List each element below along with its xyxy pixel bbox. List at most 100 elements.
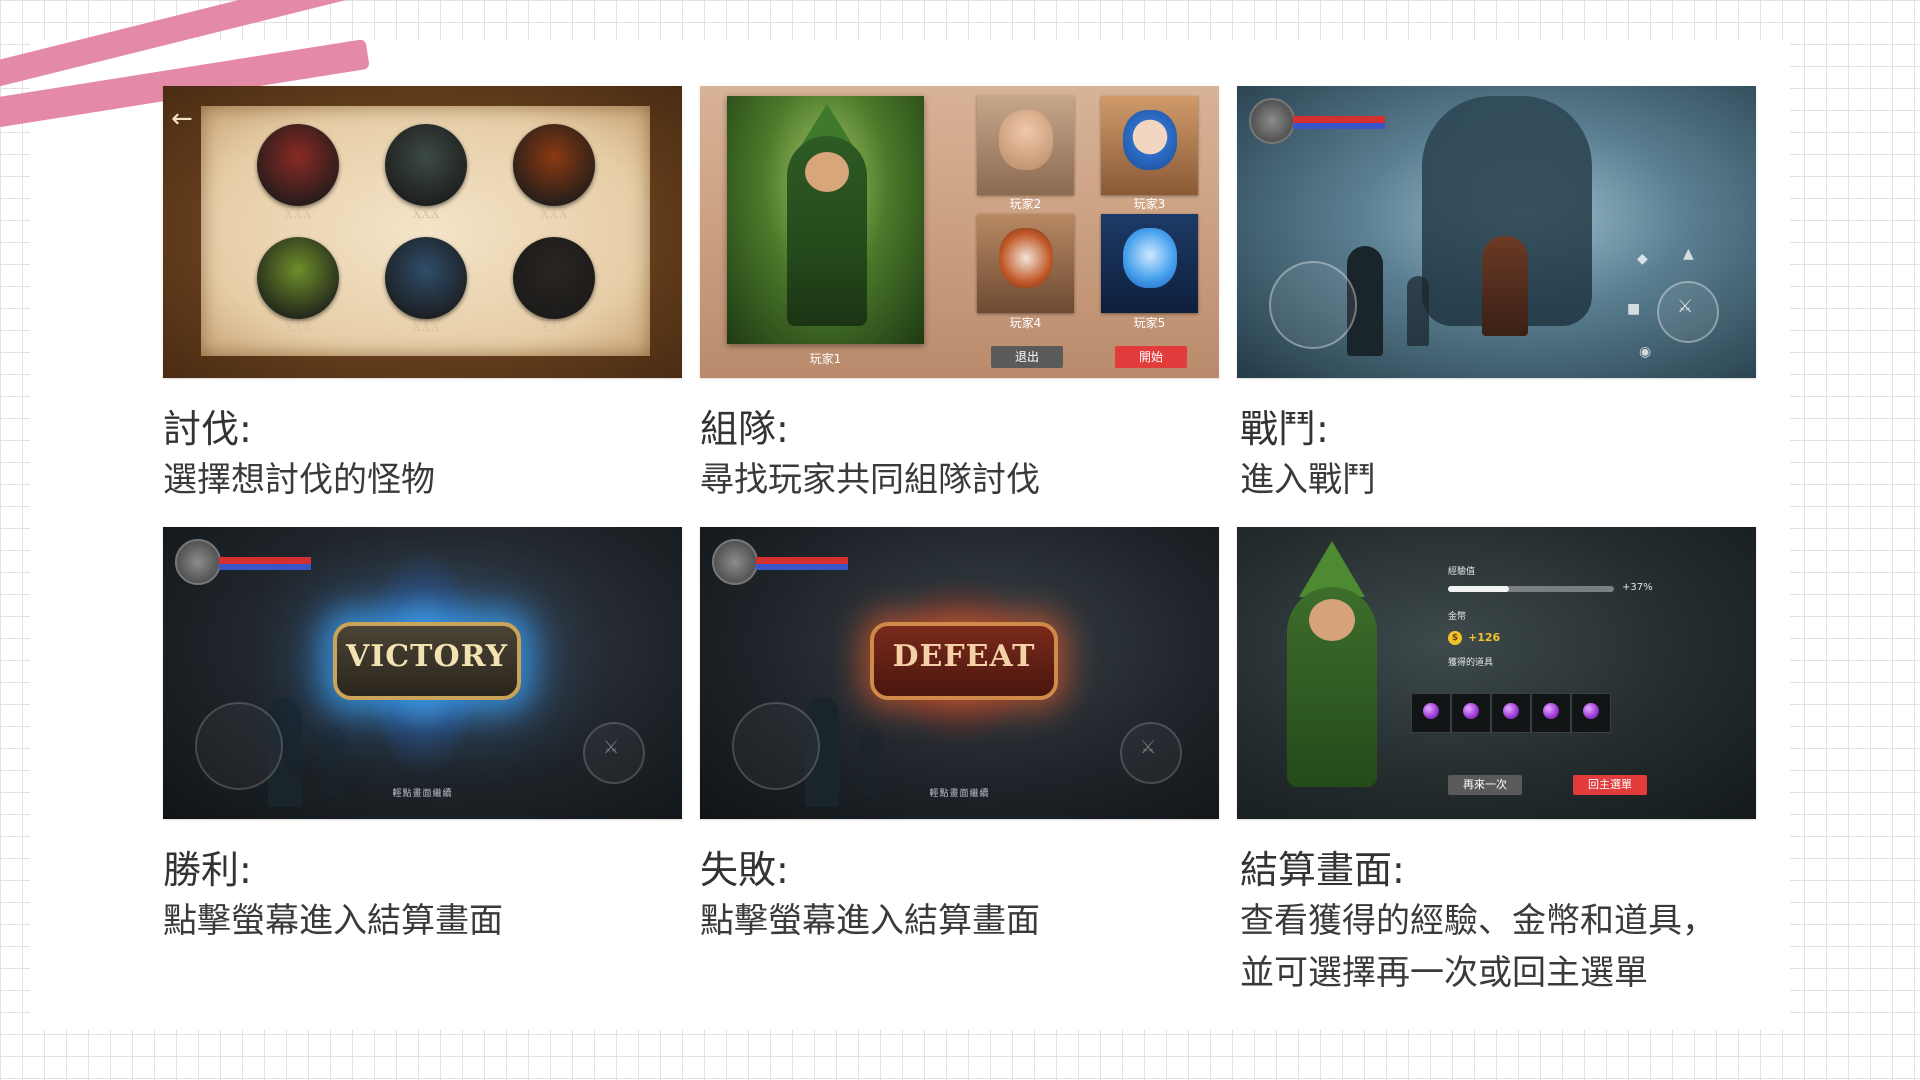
caption-defeat: 失敗: 點擊螢幕進入結算畫面 <box>700 845 1220 947</box>
back-arrow-icon[interactable]: ← <box>171 104 193 134</box>
hunt-screenshot: ← XXX XXX XXX XXX XXX XXX <box>163 86 682 378</box>
player-name: 玩家2 <box>1009 197 1042 211</box>
gold-label: 金幣 <box>1448 612 1467 622</box>
monster-name: XXX <box>540 320 568 335</box>
reward-item-slot[interactable] <box>1531 693 1571 733</box>
monster-portrait[interactable] <box>257 124 339 206</box>
player-avatar <box>1123 110 1177 170</box>
player-name: 玩家4 <box>1009 316 1042 330</box>
reward-item-slot[interactable] <box>1411 693 1451 733</box>
gold-value: +126 <box>1468 631 1501 644</box>
elf-face-shape <box>1309 599 1355 641</box>
player-avatar <box>712 539 758 585</box>
player-name: 玩家1 <box>809 352 842 366</box>
hero-silhouette <box>1482 236 1528 336</box>
caption-title: 結算畫面: <box>1240 848 1405 892</box>
caption-desc: 並可選擇再一次或回主選單 <box>1240 953 1648 993</box>
mana-bar <box>219 564 311 570</box>
monster-selection-panel: XXX XXX XXX XXX XXX XXX <box>201 106 650 356</box>
reward-item-slot[interactable] <box>1491 693 1531 733</box>
caption-desc: 尋找玩家共同組隊討伐 <box>700 460 1040 500</box>
warrior-silhouette <box>1407 276 1429 346</box>
caption-title: 討伐: <box>163 407 252 451</box>
player-avatar <box>175 539 221 585</box>
caption-desc: 點擊螢幕進入結算畫面 <box>700 901 1040 941</box>
player1-portrait <box>727 96 924 344</box>
caption-title: 組隊: <box>700 407 789 451</box>
joystick <box>195 702 283 790</box>
caption-title: 勝利: <box>163 848 252 892</box>
sword-icon: ⚔ <box>1677 296 1694 317</box>
caption-desc: 選擇想討伐的怪物 <box>163 460 435 500</box>
gem-icon <box>1463 703 1479 719</box>
monster-portrait[interactable] <box>513 237 595 319</box>
skill-icon[interactable]: ◆ <box>1637 251 1648 267</box>
tap-to-continue-hint: 輕點畫面繼續 <box>929 789 990 799</box>
player-slot[interactable] <box>1101 214 1198 313</box>
fire-icon[interactable]: ▲ <box>1683 246 1694 262</box>
mana-bar <box>756 564 848 570</box>
main-menu-button[interactable]: 回主選單 <box>1573 775 1647 795</box>
defeat-screenshot[interactable]: DEFEAT ⚔ 輕點畫面繼續 <box>700 527 1219 819</box>
player-name: 玩家3 <box>1133 197 1166 211</box>
gem-icon <box>1423 703 1439 719</box>
monster-portrait[interactable] <box>257 237 339 319</box>
gem-icon <box>1503 703 1519 719</box>
victory-banner: VICTORY <box>333 622 521 700</box>
player-avatar <box>1249 98 1295 144</box>
battle-screenshot: ⚔ ◆ ▲ ■ ◉ <box>1237 86 1756 378</box>
start-button[interactable]: 開始 <box>1115 346 1187 368</box>
reward-item-slot[interactable] <box>1571 693 1611 733</box>
monster-portrait[interactable] <box>385 237 467 319</box>
monster-name: XXX <box>540 207 568 222</box>
potion-icon[interactable]: ◉ <box>1639 344 1651 360</box>
caption-team: 組隊: 尋找玩家共同組隊討伐 <box>700 404 1220 506</box>
monster-name: XXX <box>284 320 312 335</box>
xp-percent: +37% <box>1622 582 1653 593</box>
sword-icon: ⚔ <box>603 737 620 758</box>
player-name: 玩家5 <box>1133 316 1166 330</box>
caption-title: 失敗: <box>700 848 789 892</box>
caption-settlement: 結算畫面: 查看獲得的經驗、金幣和道具， 並可選擇再一次或回主選單 <box>1240 845 1780 999</box>
monster-name: XXX <box>284 207 312 222</box>
monster-name: XXX <box>412 320 440 335</box>
mana-bar <box>1293 123 1385 129</box>
sword-icon: ⚔ <box>1140 737 1157 758</box>
caption-title: 戰鬥: <box>1240 407 1329 451</box>
monster-portrait[interactable] <box>385 124 467 206</box>
gem-icon <box>1583 703 1599 719</box>
elf-face-shape <box>805 152 849 192</box>
player-avatar <box>999 110 1053 170</box>
health-bar <box>219 557 311 564</box>
health-bar <box>756 557 848 564</box>
monster-portrait[interactable] <box>513 124 595 206</box>
caption-battle: 戰鬥: 進入戰鬥 <box>1240 404 1760 506</box>
joystick <box>732 702 820 790</box>
health-bar <box>1293 116 1385 123</box>
exit-button[interactable]: 退出 <box>991 346 1063 368</box>
player-avatar <box>1123 228 1177 288</box>
monster-name: XXX <box>412 207 440 222</box>
player-slot[interactable] <box>977 214 1074 313</box>
play-again-button[interactable]: 再來一次 <box>1448 775 1522 795</box>
defeat-banner: DEFEAT <box>870 622 1058 700</box>
team-screenshot: 玩家1 玩家2 玩家3 玩家4 玩家5 退出 開始 <box>700 86 1219 378</box>
player-slot[interactable] <box>1101 96 1198 195</box>
joystick[interactable] <box>1269 261 1357 349</box>
tap-to-continue-hint: 輕點畫面繼續 <box>392 789 453 799</box>
items-label: 獲得的道具 <box>1448 658 1494 668</box>
shield-icon[interactable]: ■ <box>1627 301 1640 317</box>
victory-screenshot[interactable]: VICTORY ⚔ 輕點畫面繼續 <box>163 527 682 819</box>
xp-label: 經驗值 <box>1448 567 1476 577</box>
caption-victory: 勝利: 點擊螢幕進入結算畫面 <box>163 845 683 947</box>
player-slot[interactable] <box>977 96 1074 195</box>
caption-desc: 點擊螢幕進入結算畫面 <box>163 901 503 941</box>
player-avatar <box>999 228 1053 288</box>
reward-item-slot[interactable] <box>1451 693 1491 733</box>
gem-icon <box>1543 703 1559 719</box>
caption-desc: 進入戰鬥 <box>1240 460 1376 500</box>
xp-bar-fill <box>1448 586 1510 592</box>
xp-bar <box>1448 586 1614 592</box>
coin-icon: $ <box>1448 631 1462 645</box>
caption-desc: 查看獲得的經驗、金幣和道具， <box>1240 901 1716 941</box>
